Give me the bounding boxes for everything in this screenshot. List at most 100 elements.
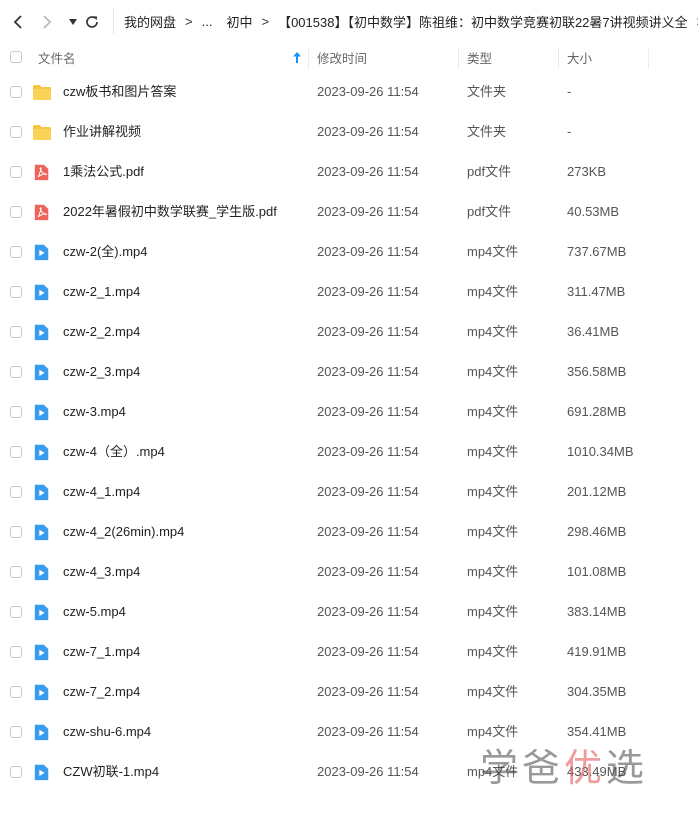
file-size: 383.14MB [567, 604, 627, 619]
row-checkbox[interactable] [10, 286, 22, 298]
file-row[interactable]: czw-2_1.mp4 2023-09-26 11:54 mp4文件 311.47MB [0, 272, 698, 312]
row-checkbox[interactable] [10, 406, 22, 418]
file-type: pdf文件 [467, 204, 512, 219]
file-name[interactable]: czw-4_2(26min).mp4 [63, 512, 184, 552]
back-button[interactable] [6, 10, 30, 34]
file-name[interactable]: czw板书和图片答案 [63, 72, 176, 112]
file-size: 273KB [567, 164, 607, 179]
column-divider [558, 47, 559, 69]
folder-icon [33, 85, 51, 100]
breadcrumb-item-current[interactable]: 【001538】【初中数学】陈祖维：初中数学竞赛初联22暑7讲视频讲义全 [278, 12, 688, 31]
pdf-icon [34, 204, 49, 221]
row-checkbox[interactable] [10, 686, 22, 698]
breadcrumb-item-ellipsis[interactable]: ... [202, 14, 213, 29]
breadcrumb-item-middle[interactable]: 初中 [226, 12, 252, 31]
file-type: pdf文件 [467, 164, 512, 179]
file-name[interactable]: czw-4_1.mp4 [63, 472, 140, 512]
video-icon [34, 244, 49, 261]
video-icon [34, 484, 49, 501]
file-modified-time: 2023-09-26 11:54 [317, 444, 419, 459]
video-icon [34, 444, 49, 461]
file-type: mp4文件 [467, 244, 519, 259]
row-checkbox[interactable] [10, 646, 22, 658]
file-name[interactable]: czw-4（全）.mp4 [63, 432, 165, 472]
row-checkbox[interactable] [10, 166, 22, 178]
file-type: mp4文件 [467, 644, 519, 659]
file-name[interactable]: czw-shu-6.mp4 [63, 712, 151, 752]
row-checkbox[interactable] [10, 246, 22, 258]
refresh-button[interactable] [80, 10, 104, 34]
video-icon [34, 524, 49, 541]
row-checkbox[interactable] [10, 726, 22, 738]
file-modified-time: 2023-09-26 11:54 [317, 764, 419, 779]
file-name[interactable]: czw-7_1.mp4 [63, 632, 140, 672]
row-checkbox[interactable] [10, 326, 22, 338]
file-row[interactable]: 1乘法公式.pdf 2023-09-26 11:54 pdf文件 273KB [0, 152, 698, 192]
file-name[interactable]: czw-4_3.mp4 [63, 552, 140, 592]
column-header-size[interactable]: 大小 [567, 43, 592, 71]
file-row[interactable]: czw-5.mp4 2023-09-26 11:54 mp4文件 383.14MB [0, 592, 698, 632]
file-name[interactable]: 1乘法公式.pdf [63, 152, 144, 192]
row-checkbox[interactable] [10, 566, 22, 578]
file-type: mp4文件 [467, 284, 519, 299]
row-checkbox[interactable] [10, 126, 22, 138]
file-name[interactable]: czw-2_2.mp4 [63, 312, 140, 352]
file-row[interactable]: 2022年暑假初中数学联赛_学生版.pdf 2023-09-26 11:54 pdf… [0, 192, 698, 232]
file-name[interactable]: czw-2_3.mp4 [63, 352, 140, 392]
file-row[interactable]: czw-7_1.mp4 2023-09-26 11:54 mp4文件 419.91MB [0, 632, 698, 672]
file-modified-time: 2023-09-26 11:54 [317, 84, 419, 99]
file-row[interactable]: czw-7_2.mp4 2023-09-26 11:54 mp4文件 304.35MB [0, 672, 698, 712]
file-size: 298.46MB [567, 524, 627, 539]
row-checkbox[interactable] [10, 446, 22, 458]
file-list: czw板书和图片答案 2023-09-26 11:54 文件夹 - 作业讲解视频 202… [0, 72, 698, 792]
file-name[interactable]: czw-5.mp4 [63, 592, 126, 632]
chevron-right-icon [43, 15, 52, 29]
file-row[interactable]: 作业讲解视频 2023-09-26 11:54 文件夹 - [0, 112, 698, 152]
video-icon [34, 684, 49, 701]
watermark-logo: 学爸优选 [480, 746, 649, 790]
file-name[interactable]: CZW初联-1.mp4 [63, 752, 159, 792]
file-row[interactable]: czw-4_2(26min).mp4 2023-09-26 11:54 mp4文件 2… [0, 512, 698, 552]
row-checkbox[interactable] [10, 766, 22, 778]
file-size: - [567, 84, 572, 99]
file-modified-time: 2023-09-26 11:54 [317, 564, 419, 579]
file-name[interactable]: 作业讲解视频 [63, 112, 141, 152]
file-size: 691.28MB [567, 404, 627, 419]
file-name[interactable]: czw-2_1.mp4 [63, 272, 140, 312]
file-row[interactable]: czw-3.mp4 2023-09-26 11:54 mp4文件 691.28MB [0, 392, 698, 432]
sort-ascending-icon[interactable] [293, 43, 301, 71]
forward-button[interactable] [35, 10, 59, 34]
top-navigation-bar: 我的网盘 > ... 初中 > 【001538】【初中数学】陈祖维：初中数学竞赛… [0, 0, 698, 43]
video-icon [34, 604, 49, 621]
select-all-checkbox[interactable] [10, 51, 22, 63]
file-name[interactable]: czw-2(全).mp4 [63, 232, 148, 272]
file-modified-time: 2023-09-26 11:54 [317, 644, 419, 659]
breadcrumb-item-root[interactable]: 我的网盘 [124, 12, 176, 31]
row-checkbox[interactable] [10, 606, 22, 618]
video-icon [34, 364, 49, 381]
file-row[interactable]: czw-2_2.mp4 2023-09-26 11:54 mp4文件 36.41MB [0, 312, 698, 352]
video-icon [34, 724, 49, 741]
file-type: mp4文件 [467, 324, 519, 339]
file-row[interactable]: czw-2_3.mp4 2023-09-26 11:54 mp4文件 356.58MB [0, 352, 698, 392]
file-name[interactable]: 2022年暑假初中数学联赛_学生版.pdf [63, 192, 277, 232]
row-checkbox[interactable] [10, 206, 22, 218]
file-row[interactable]: czw-4（全）.mp4 2023-09-26 11:54 mp4文件 1010.34… [0, 432, 698, 472]
column-header-type[interactable]: 类型 [467, 43, 492, 71]
file-type: mp4文件 [467, 684, 519, 699]
row-checkbox[interactable] [10, 86, 22, 98]
file-row[interactable]: czw板书和图片答案 2023-09-26 11:54 文件夹 - [0, 72, 698, 112]
column-header-name[interactable]: 文件名 [38, 43, 76, 71]
row-checkbox[interactable] [10, 526, 22, 538]
row-checkbox[interactable] [10, 366, 22, 378]
file-row[interactable]: czw-4_3.mp4 2023-09-26 11:54 mp4文件 101.08MB [0, 552, 698, 592]
video-icon [34, 324, 49, 341]
file-row[interactable]: czw-4_1.mp4 2023-09-26 11:54 mp4文件 201.12MB [0, 472, 698, 512]
row-checkbox[interactable] [10, 486, 22, 498]
file-row[interactable]: czw-2(全).mp4 2023-09-26 11:54 mp4文件 737.67M… [0, 232, 698, 272]
file-name[interactable]: czw-7_2.mp4 [63, 672, 140, 712]
file-name[interactable]: czw-3.mp4 [63, 392, 126, 432]
file-modified-time: 2023-09-26 11:54 [317, 684, 419, 699]
column-header-modified[interactable]: 修改时间 [317, 43, 367, 71]
file-modified-time: 2023-09-26 11:54 [317, 404, 419, 419]
